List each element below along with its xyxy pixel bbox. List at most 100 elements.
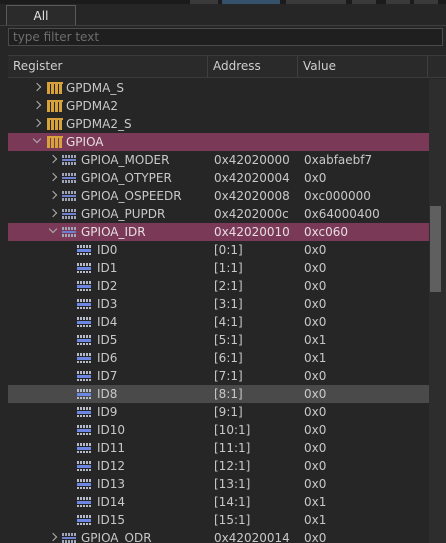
bitfield-icon <box>77 514 91 526</box>
register-address: [8:1] <box>214 387 243 401</box>
chevron-right-icon[interactable] <box>48 154 58 164</box>
tab-all-registers[interactable]: All registers <box>6 5 76 43</box>
tree-row-id4[interactable]: ID4 [4:1] 0x0 <box>8 313 429 331</box>
chevron-right-icon[interactable] <box>32 118 42 128</box>
register-address: [10:1] <box>214 423 251 437</box>
register-name: ID4 <box>97 315 118 329</box>
tree-row-gpioa-idr[interactable]: GPIOA_IDR 0x42020010 0xc060 <box>8 223 429 241</box>
register-value[interactable]: 0x0 <box>304 367 326 385</box>
register-value[interactable]: 0x0 <box>304 475 326 493</box>
tree-row-id3[interactable]: ID3 [3:1] 0x0 <box>8 295 429 313</box>
tree-row-id6[interactable]: ID6 [6:1] 0x1 <box>8 349 429 367</box>
register-name: GPIOA_IDR <box>81 225 146 239</box>
register-value[interactable]: 0x0 <box>304 313 326 331</box>
tree-row-id8[interactable]: ID8 [8:1] 0x0 <box>8 385 429 403</box>
register-name: ID3 <box>97 297 118 311</box>
register-address: [4:1] <box>214 315 243 329</box>
tree-row-id11[interactable]: ID11 [11:1] 0x0 <box>8 439 429 457</box>
register-value[interactable]: 0x1 <box>304 349 326 367</box>
tree-row-id1[interactable]: ID1 [1:1] 0x0 <box>8 259 429 277</box>
register-value[interactable]: 0x0 <box>304 457 326 475</box>
tree-row-gpdma2[interactable]: GPDMA2 <box>8 97 429 115</box>
register-name: GPIOA <box>66 135 104 149</box>
tree-row-gpioa-odr[interactable]: GPIOA_ODR 0x42020014 0x0 <box>8 529 429 543</box>
chevron-down-icon[interactable] <box>32 134 42 144</box>
register-value[interactable]: 0x0 <box>304 241 326 259</box>
register-address: 0x4202000c <box>214 207 289 221</box>
register-address: [3:1] <box>214 297 243 311</box>
bitfield-icon <box>77 244 91 256</box>
register-value[interactable]: 0x0 <box>304 385 326 403</box>
register-name: GPIOA_OSPEEDR <box>81 189 182 203</box>
chevron-right-icon[interactable] <box>48 208 58 218</box>
register-value[interactable]: 0x0 <box>304 277 326 295</box>
bitfield-icon <box>77 496 91 508</box>
register-value[interactable]: 0xc000000 <box>304 187 371 205</box>
register-address: [13:1] <box>214 477 251 491</box>
tree-row-id0[interactable]: ID0 [0:1] 0x0 <box>8 241 429 259</box>
register-name: GPIOA_OTYPER <box>81 171 172 185</box>
register-value[interactable]: 0x1 <box>304 511 326 529</box>
bitfield-icon <box>77 352 91 364</box>
register-name: ID10 <box>97 423 126 437</box>
tree-row-gpioa-ospeedr[interactable]: GPIOA_OSPEEDR 0x42020008 0xc000000 <box>8 187 429 205</box>
tree-row-id9[interactable]: ID9 [9:1] 0x0 <box>8 403 429 421</box>
register-address: [6:1] <box>214 351 243 365</box>
register-address: 0x42020008 <box>214 189 290 203</box>
tree-row-id10[interactable]: ID10 [10:1] 0x0 <box>8 421 429 439</box>
chevron-right-icon[interactable] <box>32 100 42 110</box>
register-name: ID2 <box>97 279 118 293</box>
register-name: ID14 <box>97 495 126 509</box>
register-name: ID15 <box>97 513 126 527</box>
tree-row-gpioa-moder[interactable]: GPIOA_MODER 0x42020000 0xabfaebf7 <box>8 151 429 169</box>
register-value[interactable]: 0x1 <box>304 331 326 349</box>
register-icon <box>62 226 76 238</box>
register-name: ID5 <box>97 333 118 347</box>
register-tree: GPDMA_S GPDMA2 GPDMA2_S GPIOA GPIOA_MODER 0x4… <box>8 79 429 543</box>
tree-row-id5[interactable]: ID5 [5:1] 0x1 <box>8 331 429 349</box>
column-header-register[interactable]: Register <box>8 56 208 77</box>
register-value[interactable]: 0x0 <box>304 295 326 313</box>
register-icon <box>62 208 76 220</box>
tree-row-gpioa-otyper[interactable]: GPIOA_OTYPER 0x42020004 0x0 <box>8 169 429 187</box>
tree-row-id7[interactable]: ID7 [7:1] 0x0 <box>8 367 429 385</box>
register-address: [1:1] <box>214 261 243 275</box>
vertical-scrollbar[interactable] <box>429 79 446 543</box>
tree-row-gpioa-pupdr[interactable]: GPIOA_PUPDR 0x4202000c 0x64000400 <box>8 205 429 223</box>
register-address: [9:1] <box>214 405 243 419</box>
register-value[interactable]: 0x0 <box>304 403 326 421</box>
register-name: GPIOA_MODER <box>81 153 170 167</box>
chevron-right-icon[interactable] <box>48 172 58 182</box>
tree-row-gpioa[interactable]: GPIOA <box>8 133 429 151</box>
chevron-right-icon[interactable] <box>48 532 58 542</box>
register-value[interactable]: 0xc060 <box>304 223 348 241</box>
column-header-address[interactable]: Address <box>208 56 298 77</box>
register-value[interactable]: 0x0 <box>304 421 326 439</box>
tree-row-gpdma-s[interactable]: GPDMA_S <box>8 79 429 97</box>
tree-row-gpdma2-s[interactable]: GPDMA2_S <box>8 115 429 133</box>
register-value[interactable]: 0x64000400 <box>304 205 380 223</box>
register-name: ID7 <box>97 369 118 383</box>
register-name: ID13 <box>97 477 126 491</box>
register-value[interactable]: 0x1 <box>304 493 326 511</box>
chevron-down-icon[interactable] <box>48 224 58 234</box>
tree-row-id14[interactable]: ID14 [14:1] 0x1 <box>8 493 429 511</box>
tree-row-id2[interactable]: ID2 [2:1] 0x0 <box>8 277 429 295</box>
peripheral-icon <box>47 82 63 94</box>
chevron-right-icon[interactable] <box>32 82 42 92</box>
register-value[interactable]: 0x0 <box>304 169 326 187</box>
register-address: 0x42020010 <box>214 225 290 239</box>
scrollbar-thumb[interactable] <box>430 206 441 292</box>
register-value[interactable]: 0xabfaebf7 <box>304 151 372 169</box>
register-value[interactable]: 0x0 <box>304 529 326 543</box>
register-icon <box>62 172 76 184</box>
tree-row-id15[interactable]: ID15 [15:1] 0x1 <box>8 511 429 529</box>
tree-row-id12[interactable]: ID12 [12:1] 0x0 <box>8 457 429 475</box>
chevron-right-icon[interactable] <box>48 190 58 200</box>
column-header-value[interactable]: Value <box>298 56 428 77</box>
register-value[interactable]: 0x0 <box>304 439 326 457</box>
register-icon <box>62 532 76 543</box>
filter-input[interactable]: type filter text <box>8 28 443 46</box>
tree-row-id13[interactable]: ID13 [13:1] 0x0 <box>8 475 429 493</box>
register-value[interactable]: 0x0 <box>304 259 326 277</box>
